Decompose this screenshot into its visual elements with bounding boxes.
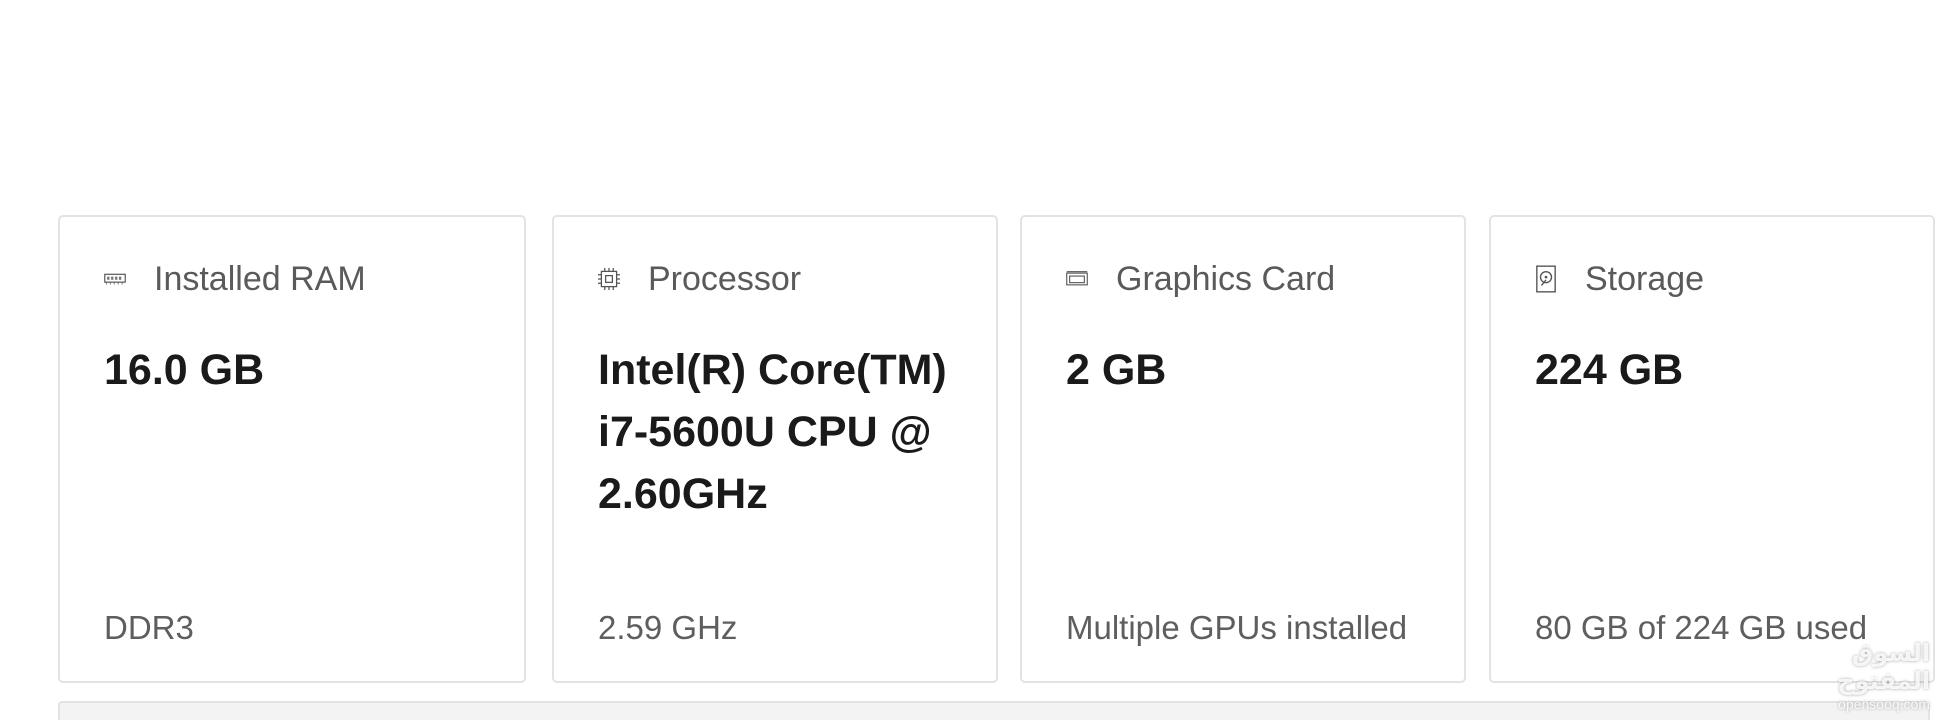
ram-type: DDR3: [104, 609, 194, 646]
processor-card[interactable]: Processor Intel(R) Core(TM) i7-5600U CPU…: [552, 215, 998, 683]
graphics-card-card[interactable]: Graphics Card 2 GB Multiple GPUs install…: [1020, 215, 1466, 683]
processor-icon: [598, 268, 620, 290]
card-title: Processor: [648, 259, 802, 298]
card-header: Installed RAM: [104, 257, 366, 301]
ram-icon: [104, 268, 126, 290]
card-title: Graphics Card: [1116, 259, 1336, 298]
graphics-value: 2 GB: [1066, 346, 1167, 394]
card-title: Installed RAM: [154, 259, 366, 298]
processor-speed: 2.59 GHz: [598, 609, 738, 646]
watermark-main-text: السوق المفتوح: [1837, 640, 1930, 695]
card-header: Processor: [598, 257, 801, 301]
graphics-card-icon: [1066, 268, 1088, 290]
card-header: Storage: [1535, 257, 1704, 301]
graphics-status: Multiple GPUs installed: [1066, 609, 1408, 646]
installed-ram-card[interactable]: Installed RAM 16.0 GB DDR3: [58, 215, 526, 683]
watermark-logo: السوق المفتوح opensooq.com: [1770, 640, 1930, 712]
storage-card[interactable]: Storage 224 GB 80 GB of 224 GB used: [1489, 215, 1935, 683]
storage-value: 224 GB: [1535, 346, 1684, 394]
watermark-sub-text: opensooq.com: [1838, 696, 1930, 712]
card-header: Graphics Card: [1066, 257, 1335, 301]
processor-value: Intel(R) Core(TM) i7-5600U CPU @ 2.60GHz: [598, 346, 947, 518]
next-section-strip: [58, 701, 1930, 720]
device-specs-panel: Installed RAM 16.0 GB DDR3 Processor Int…: [0, 0, 1948, 720]
storage-icon: [1535, 265, 1557, 293]
card-title: Storage: [1585, 259, 1705, 298]
ram-value: 16.0 GB: [104, 346, 265, 394]
